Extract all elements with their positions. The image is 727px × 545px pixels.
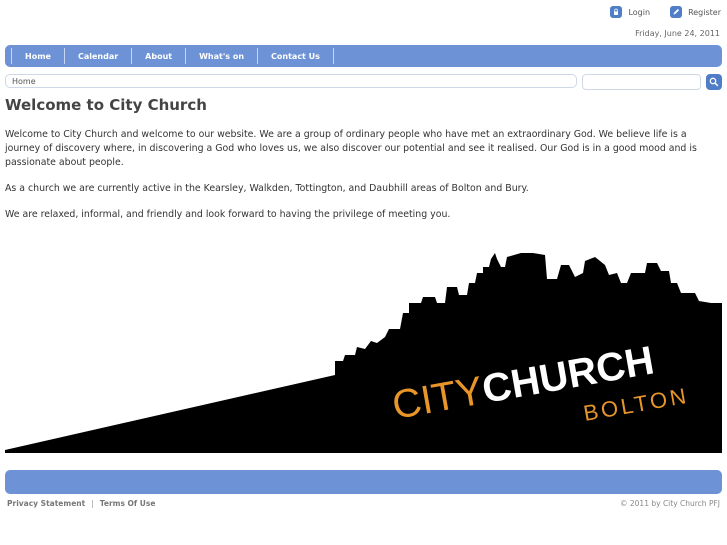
login-link[interactable]: Login: [610, 6, 650, 18]
city-church-banner: CITY CHURCH BOLTON: [5, 253, 722, 453]
top-links: Login Register: [610, 6, 721, 18]
welcome-paragraph: We are relaxed, informal, and friendly a…: [5, 209, 451, 220]
footer-bar: [5, 470, 722, 494]
copyright: © 2011 by City Church PFJ: [620, 499, 720, 508]
terms-of-use-link[interactable]: Terms Of Use: [100, 499, 156, 508]
nav-item-about[interactable]: About: [131, 48, 185, 64]
page-title: Welcome to City Church: [5, 96, 207, 114]
register-icon: [670, 6, 683, 18]
nav-item-contact-us[interactable]: Contact Us: [257, 48, 334, 64]
search-icon: [709, 77, 719, 87]
login-icon: [610, 6, 623, 18]
privacy-statement-link[interactable]: Privacy Statement: [7, 499, 85, 508]
main-content: Welcome to City Church and welcome to ou…: [5, 128, 721, 234]
search-input[interactable]: [582, 74, 701, 90]
register-label: Register: [688, 7, 721, 17]
login-label: Login: [628, 7, 651, 17]
main-nav: Home Calendar About What's on Contact Us: [5, 45, 722, 67]
nav-item-calendar[interactable]: Calendar: [63, 48, 131, 64]
footer-links: Privacy Statement | Terms Of Use: [7, 499, 155, 508]
intro-paragraph: Welcome to City Church and welcome to ou…: [5, 129, 697, 168]
areas-paragraph: As a church we are currently active in t…: [5, 183, 529, 194]
nav-item-home[interactable]: Home: [11, 48, 64, 64]
footer-separator: |: [91, 499, 94, 508]
nav-item-whats-on[interactable]: What's on: [185, 48, 257, 64]
breadcrumb-home[interactable]: Home: [12, 77, 36, 86]
search-button[interactable]: [706, 74, 722, 90]
register-link[interactable]: Register: [670, 6, 721, 18]
breadcrumb: Home: [5, 74, 577, 88]
current-date: Friday, June 24, 2011: [635, 29, 720, 38]
